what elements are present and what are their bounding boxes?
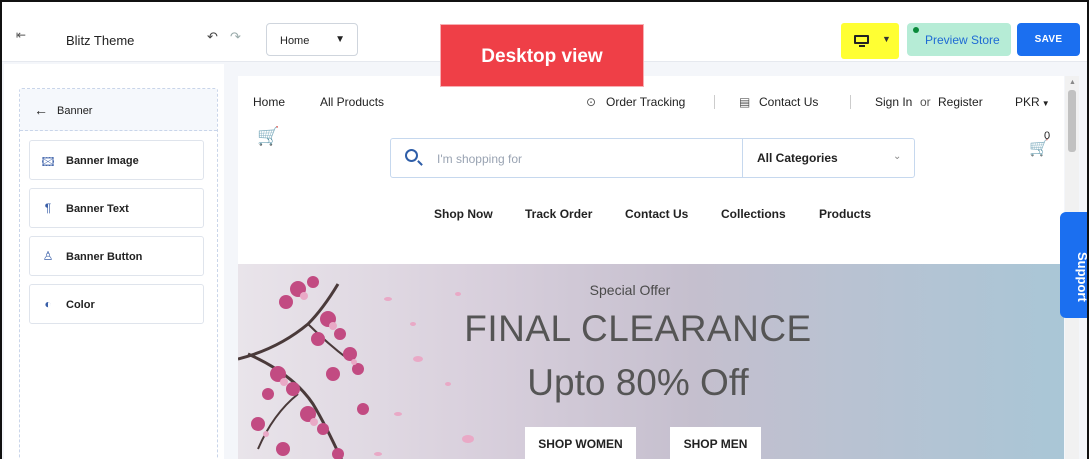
search-input[interactable]: I'm shopping for [437, 152, 522, 166]
store-logo-icon[interactable]: 🛒 [257, 126, 279, 147]
undo-icon[interactable]: ↶ [207, 29, 218, 45]
theme-name: Blitz Theme [66, 33, 135, 48]
category-select[interactable]: All Categories [757, 151, 838, 165]
chevron-down-icon: ▼ [335, 34, 345, 45]
sidebar-item-color[interactable]: ◐ Color [29, 284, 204, 324]
editor-window: ⇤ Blitz Theme ↶ ↷ Home ▼ ▼ Preview Store… [0, 0, 1089, 459]
search-bar: I'm shopping for All Categories ⌄ [390, 138, 915, 178]
or-text: or [920, 95, 931, 109]
shop-men-button[interactable]: SHOP MEN [670, 427, 761, 459]
menu-collections[interactable]: Collections [721, 207, 786, 221]
sidebar-item-label: Banner Button [66, 251, 143, 263]
menu-shop-now[interactable]: Shop Now [434, 207, 493, 221]
button-icon: ♙ [42, 249, 54, 263]
store-preview: Home All Products ⊙ Order Tracking ▤ Con… [238, 76, 1064, 459]
arrow-left-icon[interactable]: ← [34, 102, 48, 118]
redo-icon[interactable]: ↷ [230, 29, 241, 45]
caret-down-icon: ▼ [1041, 99, 1050, 108]
page-select-value: Home [280, 35, 310, 47]
sidebar-item-label: Color [66, 299, 95, 311]
sidebar-item-banner-button[interactable]: ♙ Banner Button [29, 236, 204, 276]
save-button[interactable]: SAVE [1017, 23, 1080, 56]
image-icon: 🖾 [41, 155, 55, 169]
hero-offer: Upto 80% Off [527, 362, 749, 403]
paragraph-icon: ¶ [44, 201, 52, 215]
nav-home-link[interactable]: Home [253, 95, 285, 109]
palette-icon: ◐ [44, 297, 52, 311]
nav-all-products-link[interactable]: All Products [320, 95, 384, 109]
support-tab[interactable]: Support [1060, 212, 1087, 318]
support-label: Support [1075, 252, 1089, 302]
divider [742, 139, 743, 177]
currency-selector[interactable]: PKR ▼ [1015, 95, 1050, 109]
sidebar-panel: ← Banner 🖾 Banner Image ¶ Banner Text ♙ … [19, 88, 218, 459]
sidebar-item-banner-text[interactable]: ¶ Banner Text [29, 188, 204, 228]
menu-track-order[interactable]: Track Order [525, 207, 592, 221]
sidebar-item-label: Banner Image [66, 155, 139, 167]
scroll-up-icon[interactable]: ▲ [1069, 79, 1076, 86]
chevron-down-icon: ⌄ [893, 151, 902, 162]
shop-women-button[interactable]: SHOP WOMEN [525, 427, 636, 459]
sidebar-item-label: Banner Text [66, 203, 129, 215]
scrollbar-thumb[interactable] [1068, 90, 1076, 152]
sidebar: ← Banner 🖾 Banner Image ¶ Banner Text ♙ … [4, 64, 224, 459]
page-select[interactable]: Home ▼ [266, 23, 358, 56]
chat-icon: ▤ [739, 95, 751, 109]
divider [714, 95, 715, 109]
cherry-blossom-image [238, 276, 474, 459]
cart-count: 0 [1044, 130, 1051, 142]
menu-products[interactable]: Products [819, 207, 871, 221]
desktop-view-label: Desktop view [440, 24, 644, 87]
device-view-button[interactable]: ▼ [841, 23, 899, 59]
divider [850, 95, 851, 109]
menu-contact-us[interactable]: Contact Us [625, 207, 688, 221]
exit-icon[interactable]: ⇤ [16, 28, 26, 42]
sign-in-link[interactable]: Sign In [875, 95, 912, 109]
location-icon: ⊙ [586, 95, 597, 109]
currency-label: PKR [1015, 95, 1040, 109]
hero-title: FINAL CLEARANCE [464, 308, 812, 349]
hero-banner: Special Offer FINAL CLEARANCE Upto 80% O… [238, 264, 1064, 459]
caret-down-icon: ▼ [882, 34, 891, 44]
preview-store-label: Preview Store [925, 33, 1000, 47]
preview-store-button[interactable]: Preview Store [907, 23, 1011, 56]
status-dot-icon [913, 27, 919, 33]
sidebar-item-banner-image[interactable]: 🖾 Banner Image [29, 140, 204, 180]
contact-us-link[interactable]: Contact Us [759, 95, 818, 109]
sidebar-title: Banner [57, 105, 93, 117]
register-link[interactable]: Register [938, 95, 983, 109]
hero-subtitle: Special Offer [589, 282, 671, 298]
search-icon[interactable] [405, 149, 418, 162]
monitor-icon [854, 35, 869, 47]
order-tracking-link[interactable]: Order Tracking [606, 95, 685, 109]
sidebar-header[interactable]: ← Banner [20, 89, 217, 131]
